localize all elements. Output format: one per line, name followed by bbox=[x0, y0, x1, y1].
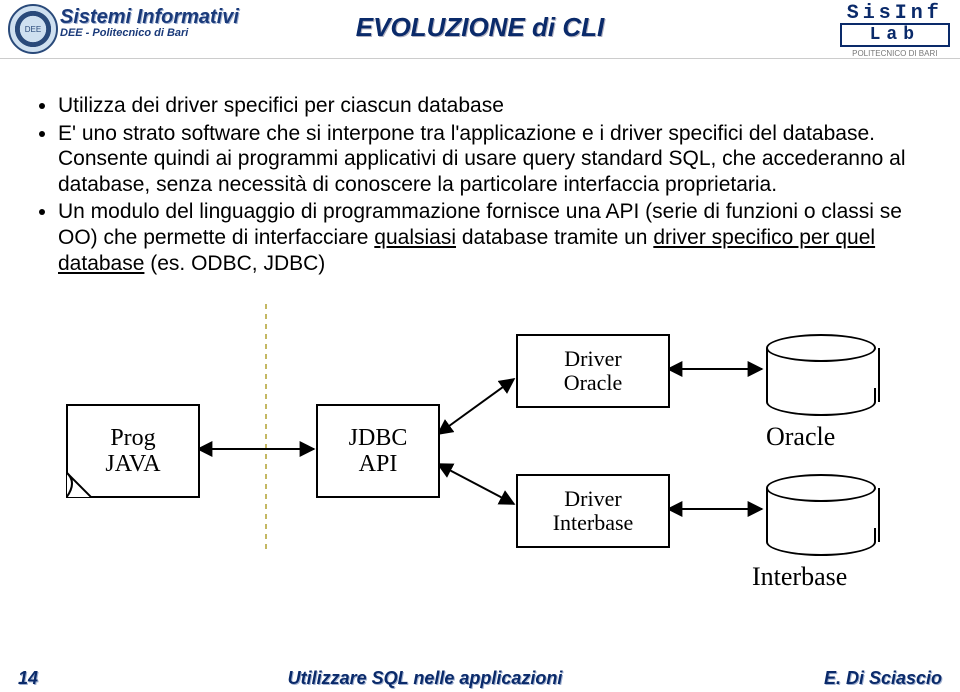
driver-oracle-l2: Oracle bbox=[518, 371, 668, 395]
lab-subtitle: POLITECNICO DI BARI bbox=[840, 49, 950, 58]
db-oracle-label: Oracle bbox=[766, 422, 835, 452]
bullet-3-u1: qualsiasi bbox=[374, 226, 456, 249]
footer-author: E. Di Sciascio bbox=[742, 668, 960, 689]
page-number: 14 bbox=[0, 668, 108, 689]
slide-header: DEE Sistemi Informativi DEE - Politecnic… bbox=[0, 0, 960, 59]
bullet-list: Utilizza dei driver specifici per ciascu… bbox=[36, 93, 924, 276]
prog-line1: Prog bbox=[68, 425, 198, 451]
header-left-block: Sistemi Informativi DEE - Politecnico di… bbox=[60, 6, 239, 39]
db-interbase-label: Interbase bbox=[752, 562, 847, 592]
header-right-block: SisInf Lab POLITECNICO DI BARI bbox=[840, 2, 950, 58]
database-oracle-icon bbox=[766, 334, 876, 416]
header-left-title: Sistemi Informativi bbox=[60, 6, 239, 29]
bullet-3: Un modulo del linguaggio di programmazio… bbox=[58, 199, 924, 276]
driver-oracle-l1: Driver bbox=[518, 347, 668, 371]
slide-content: Utilizza dei driver specifici per ciascu… bbox=[0, 59, 960, 574]
jdbc-line1: JDBC bbox=[318, 425, 438, 451]
architecture-diagram: Prog JAVA JDBC API Driver Oracle Driver … bbox=[36, 304, 924, 564]
slide-title: EVOLUZIONE di CLI bbox=[356, 12, 604, 43]
driver-interbase-box: Driver Interbase bbox=[516, 474, 670, 548]
driver-oracle-box: Driver Oracle bbox=[516, 334, 670, 408]
driver-interbase-l1: Driver bbox=[518, 487, 668, 511]
bullet-3-post: (es. ODBC, JDBC) bbox=[144, 252, 325, 275]
bullet-2: E' uno strato software che si interpone … bbox=[58, 121, 924, 198]
institution-logo: DEE bbox=[8, 4, 58, 54]
jdbc-api-box: JDBC API bbox=[316, 404, 440, 498]
slide-footer: 14 Utilizzare SQL nelle applicazioni E. … bbox=[0, 664, 960, 692]
lab-name: SisInf bbox=[840, 2, 950, 25]
note-fold-icon bbox=[66, 472, 92, 498]
jdbc-line2: API bbox=[318, 451, 438, 477]
prog-java-box: Prog JAVA bbox=[66, 404, 200, 498]
bullet-1: Utilizza dei driver specifici per ciascu… bbox=[58, 93, 924, 119]
bullet-3-mid: database tramite un bbox=[456, 226, 653, 249]
lab-box: Lab bbox=[840, 23, 950, 47]
driver-interbase-l2: Interbase bbox=[518, 511, 668, 535]
database-interbase-icon bbox=[766, 474, 876, 556]
footer-title: Utilizzare SQL nelle applicazioni bbox=[108, 668, 742, 689]
